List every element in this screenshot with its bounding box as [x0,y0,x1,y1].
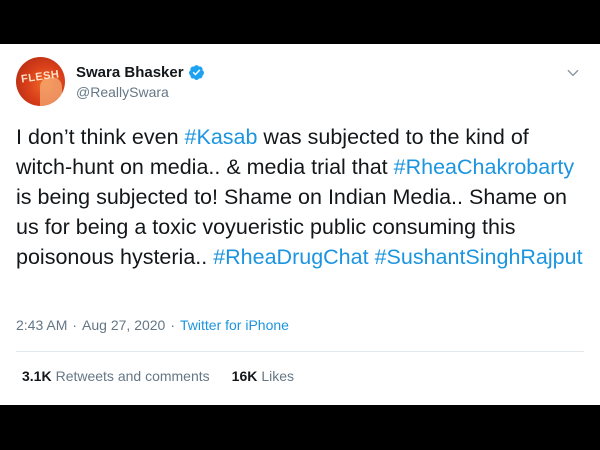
tweet-source-link[interactable]: Twitter for iPhone [180,317,289,333]
likes-stat[interactable]: 16K Likes [232,368,294,384]
meta-separator: · [170,317,176,333]
likes-label: Likes [261,368,295,384]
retweets-stat[interactable]: 3.1K Retweets and comments [22,368,210,384]
retweets-label: Retweets and comments [55,368,210,384]
retweets-count: 3.1K [22,368,52,384]
hashtag-link[interactable]: #RheaChakrobarty [394,155,574,179]
name-row: Swara Bhasker [76,64,205,81]
tweet-stats: 3.1K Retweets and comments 16K Likes [22,368,294,384]
chevron-down-icon[interactable] [566,66,580,80]
user-handle[interactable]: @ReallySwara [76,84,169,100]
tweet-date[interactable]: Aug 27, 2020 [82,317,165,333]
avatar[interactable]: FLESH [16,57,65,106]
tweet-text-segment: I don’t think even [16,125,185,149]
hashtag-link[interactable]: #RheaDrugChat [213,245,368,269]
hashtag-link[interactable]: #SushantSinghRajput [375,245,583,269]
divider [16,351,584,352]
tweet-card: FLESH Swara Bhasker @ReallySwara I don’t… [0,44,600,405]
verified-badge-icon [188,65,204,80]
tweet-meta: 2:43 AM · Aug 27, 2020 · Twitter for iPh… [16,317,289,333]
likes-count: 16K [231,368,258,384]
display-name[interactable]: Swara Bhasker [76,64,184,81]
tweet-text: I don’t think even #Kasab was subjected … [16,122,588,272]
meta-separator: · [72,317,78,333]
hashtag-link[interactable]: #Kasab [185,125,258,149]
tweet-time[interactable]: 2:43 AM [16,317,67,333]
